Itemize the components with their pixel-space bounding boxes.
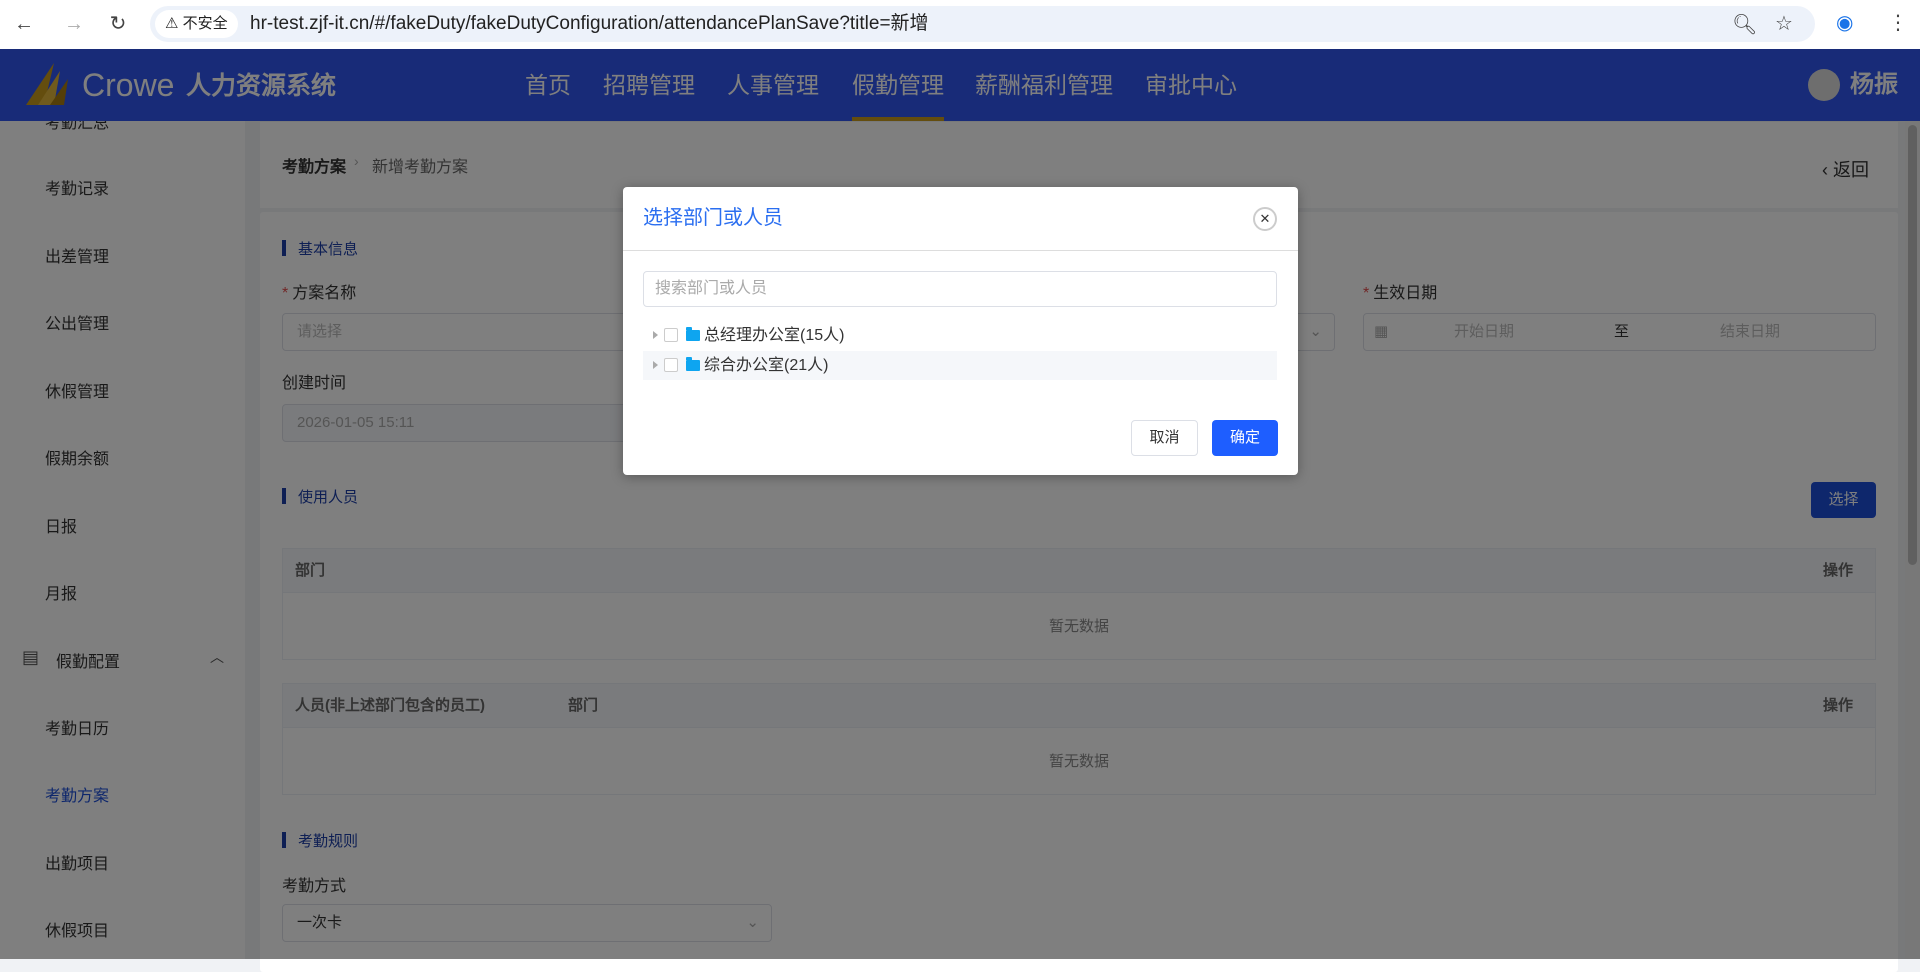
browser-toolbar: ← → ↻ ⚠ 不安全 hr-test.zjf-it.cn/#/fakeDuty… (0, 0, 1920, 49)
back-icon[interactable]: ← (10, 10, 38, 38)
folder-icon (686, 357, 700, 371)
menu-dots-icon[interactable]: ⋮ (1888, 10, 1908, 35)
modal-overlay[interactable] (0, 49, 1920, 959)
forward-icon[interactable]: → (60, 10, 88, 38)
bookmark-star-icon[interactable]: ☆ (1775, 11, 1793, 36)
select-dept-person-dialog: 选择部门或人员 ✕ 总经理办公室(15人) 综合办公室(21人) 取消 确定 (623, 187, 1298, 475)
confirm-button[interactable]: 确定 (1212, 420, 1278, 456)
tree-node[interactable]: 综合办公室(21人) (643, 351, 1277, 380)
address-bar[interactable]: ⚠ 不安全 hr-test.zjf-it.cn/#/fakeDuty/fakeD… (150, 6, 1815, 42)
profile-icon[interactable]: ◉ (1836, 10, 1853, 35)
folder-icon (686, 327, 700, 341)
zoom-icon[interactable]: 🔍︎ (1732, 12, 1757, 37)
caret-right-icon[interactable] (653, 361, 658, 369)
node-label[interactable]: 总经理办公室(15人) (704, 321, 844, 350)
dialog-title: 选择部门或人员 (643, 207, 783, 229)
caret-right-icon[interactable] (653, 331, 658, 339)
divider (623, 250, 1298, 251)
node-checkbox[interactable] (664, 358, 678, 372)
node-label[interactable]: 综合办公室(21人) (704, 351, 828, 380)
node-checkbox[interactable] (664, 328, 678, 342)
reload-icon[interactable]: ↻ (104, 10, 132, 38)
close-icon[interactable]: ✕ (1253, 207, 1277, 231)
cancel-button[interactable]: 取消 (1131, 420, 1198, 456)
tree-node[interactable]: 总经理办公室(15人) (643, 321, 1277, 350)
security-indicator[interactable]: ⚠ 不安全 (155, 10, 238, 38)
url-text[interactable]: hr-test.zjf-it.cn/#/fakeDuty/fakeDutyCon… (250, 6, 929, 42)
warning-icon: ⚠ (165, 15, 183, 32)
search-input[interactable] (643, 271, 1277, 307)
